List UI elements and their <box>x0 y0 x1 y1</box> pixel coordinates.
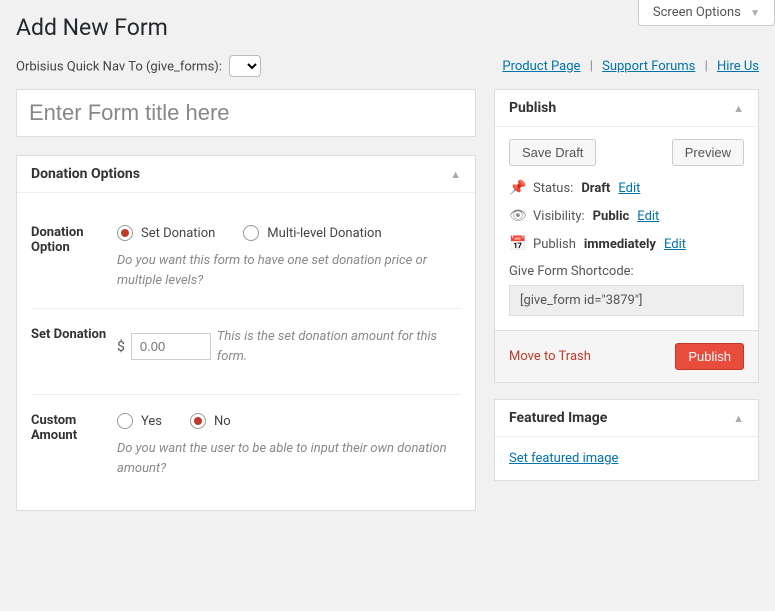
edit-publish-date-link[interactable]: Edit <box>664 237 686 252</box>
hire-us-link[interactable]: Hire Us <box>717 59 759 74</box>
radio-custom-yes[interactable]: Yes <box>117 413 162 429</box>
radio-set-donation[interactable]: Set Donation <box>117 225 215 241</box>
publish-button[interactable]: Publish <box>675 343 744 370</box>
edit-status-link[interactable]: Edit <box>618 181 640 196</box>
publish-label: Publish <box>533 237 576 252</box>
set-donation-help: This is the set donation amount for this… <box>217 327 461 366</box>
visibility-label: Visibility: <box>533 209 585 224</box>
screen-options-label: Screen Options <box>653 5 741 20</box>
form-title-input[interactable] <box>16 89 476 137</box>
pin-icon: 📌 <box>509 180 525 196</box>
donation-options-panel: Donation Options ▲ Donation Option Set D… <box>16 155 476 511</box>
set-donation-amount-input[interactable] <box>131 333 211 360</box>
quicknav-label: Orbisius Quick Nav To (give_forms): <box>16 60 222 75</box>
header-links: Product Page | Support Forums | Hire Us <box>502 59 759 74</box>
featured-image-panel: Featured Image ▲ Set featured image <box>494 399 759 481</box>
radio-custom-yes-label: Yes <box>141 414 162 429</box>
visibility-value: Public <box>593 209 630 224</box>
set-donation-label: Set Donation <box>31 327 117 376</box>
status-label: Status: <box>533 181 573 196</box>
donation-option-label: Donation Option <box>31 225 117 290</box>
status-value: Draft <box>581 181 610 196</box>
panel-toggle-icon[interactable]: ▲ <box>733 102 744 115</box>
publish-title: Publish <box>509 100 556 116</box>
calendar-icon: 📅 <box>509 236 525 252</box>
radio-custom-no[interactable]: No <box>190 413 231 429</box>
shortcode-value[interactable]: [give_form id="3879"] <box>509 285 744 316</box>
quicknav-select[interactable] <box>229 55 261 77</box>
panel-toggle-icon[interactable]: ▲ <box>450 168 461 181</box>
custom-amount-label: Custom Amount <box>31 413 117 478</box>
donation-options-title: Donation Options <box>31 166 140 182</box>
preview-button[interactable]: Preview <box>672 139 744 166</box>
radio-icon <box>117 413 133 429</box>
publish-panel: Publish ▲ Save Draft Preview 📌 Status: D… <box>494 89 759 383</box>
eye-icon: 👁 <box>509 208 525 224</box>
save-draft-button[interactable]: Save Draft <box>509 139 596 166</box>
radio-custom-no-label: No <box>214 414 231 429</box>
product-page-link[interactable]: Product Page <box>502 59 580 74</box>
set-featured-image-link[interactable]: Set featured image <box>509 451 618 466</box>
screen-options-tab[interactable]: Screen Options ▼ <box>638 0 775 26</box>
custom-amount-help: Do you want the user to be able to input… <box>117 439 461 478</box>
panel-toggle-icon[interactable]: ▲ <box>733 412 744 425</box>
donation-option-help: Do you want this form to have one set do… <box>117 251 461 290</box>
currency-symbol: $ <box>117 339 125 355</box>
move-to-trash-link[interactable]: Move to Trash <box>509 349 591 364</box>
shortcode-label: Give Form Shortcode: <box>509 264 744 279</box>
support-forums-link[interactable]: Support Forums <box>602 59 695 74</box>
radio-multi-level-label: Multi-level Donation <box>267 226 381 241</box>
radio-icon <box>117 225 133 241</box>
featured-image-title: Featured Image <box>509 410 607 426</box>
edit-visibility-link[interactable]: Edit <box>637 209 659 224</box>
radio-set-donation-label: Set Donation <box>141 226 215 241</box>
radio-multi-level[interactable]: Multi-level Donation <box>243 225 381 241</box>
radio-icon <box>190 413 206 429</box>
publish-value: immediately <box>584 237 656 252</box>
radio-icon <box>243 225 259 241</box>
chevron-down-icon: ▼ <box>750 8 760 19</box>
